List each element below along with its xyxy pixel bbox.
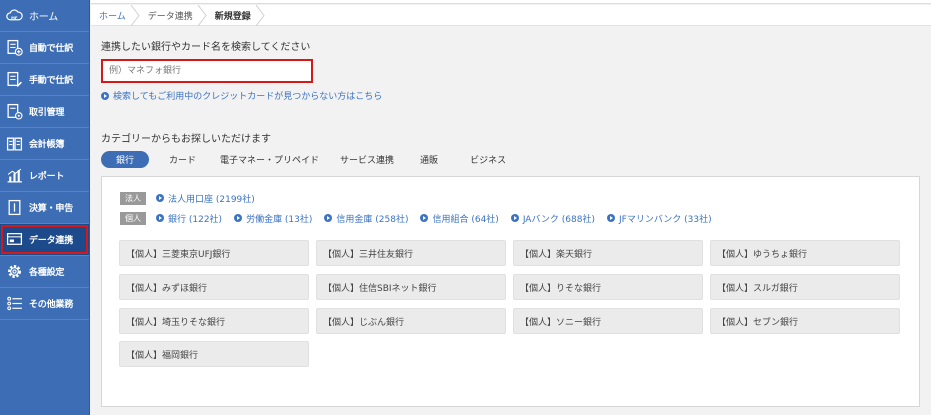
- breadcrumb-chevron-icon: [255, 4, 265, 26]
- bank-button[interactable]: 【個人】みずほ銀行: [119, 274, 309, 300]
- tab-card[interactable]: カード: [169, 151, 196, 168]
- bank-button[interactable]: 【個人】三井住友銀行: [316, 240, 506, 266]
- mf-cloud-logo-icon: MF: [6, 7, 23, 24]
- sidebar-item-label: レポート: [29, 172, 65, 182]
- category-tabs: 銀行 カード 電子マネー・プリペイド サービス連携 通販 ビジネス: [101, 151, 506, 168]
- tab-ecommerce[interactable]: 通販: [420, 151, 438, 168]
- data-link-icon: [6, 231, 23, 248]
- play-circle-icon: [324, 214, 333, 222]
- transaction-icon: [6, 103, 23, 120]
- settlement-icon: [6, 199, 23, 216]
- list-icon: [6, 295, 23, 312]
- bank-button[interactable]: 【個人】スルガ銀行: [710, 274, 900, 300]
- bank-button[interactable]: 【個人】三菱東京UFJ銀行: [119, 240, 309, 266]
- sidebar-item-settings[interactable]: 各種設定: [0, 256, 89, 288]
- personal-tag: 個人: [120, 211, 146, 225]
- gear-icon: [6, 263, 23, 280]
- bank-button[interactable]: 【個人】福岡銀行: [119, 341, 309, 367]
- play-circle-icon: [420, 214, 429, 222]
- sidebar-item-label: 会計帳簿: [29, 140, 65, 150]
- corporate-category-row: 法人 法人用口座 (2199社): [120, 191, 267, 205]
- bank-button[interactable]: 【個人】楽天銀行: [513, 240, 703, 266]
- bank-button[interactable]: 【個人】住信SBIネット銀行: [316, 274, 506, 300]
- personal-category-row: 個人 銀行 (122社) 労働金庫 (13社) 信用金庫 (258社) 信用組合…: [120, 211, 724, 225]
- link-ja-bank[interactable]: JAバンク (688社): [510, 212, 595, 225]
- report-chart-icon: [6, 167, 23, 184]
- breadcrumb-chevron-icon: [130, 4, 140, 26]
- bank-button[interactable]: 【個人】りそな銀行: [513, 274, 703, 300]
- breadcrumb-data-link[interactable]: データ連携: [140, 4, 207, 26]
- tab-bank[interactable]: 銀行: [101, 151, 149, 168]
- sidebar-item-settlement[interactable]: 決算・申告: [0, 192, 89, 224]
- sidebar-item-transaction[interactable]: 取引管理: [0, 96, 89, 128]
- sidebar: MF ホーム 自動で仕訳 手動で仕訳 取引管理 会計帳簿 レポート 決算・申告 …: [0, 0, 90, 415]
- bank-list-panel: 法人 法人用口座 (2199社) 個人 銀行 (122社) 労働金庫 (13社)…: [101, 176, 920, 407]
- sidebar-item-label: 各種設定: [29, 268, 65, 278]
- sidebar-item-report[interactable]: レポート: [0, 160, 89, 192]
- bank-button[interactable]: 【個人】ソニー銀行: [513, 308, 703, 334]
- sidebar-item-manual-journal[interactable]: 手動で仕訳: [0, 64, 89, 96]
- sidebar-item-label: ホーム: [29, 12, 59, 23]
- sidebar-item-data-link[interactable]: データ連携: [0, 224, 89, 256]
- breadcrumb-current: 新規登録: [207, 4, 265, 26]
- link-labor-bank[interactable]: 労働金庫 (13社): [234, 212, 312, 225]
- auto-journal-icon: [6, 39, 23, 56]
- link-personal-bank[interactable]: 銀行 (122社): [156, 212, 222, 225]
- sidebar-item-label: 決算・申告: [29, 204, 74, 214]
- sidebar-item-label: 手動で仕訳: [29, 76, 74, 86]
- tab-emoney-prepaid[interactable]: 電子マネー・プリペイド: [220, 151, 319, 168]
- play-circle-icon: [234, 214, 243, 222]
- bank-button[interactable]: 【個人】ゆうちょ銀行: [710, 240, 900, 266]
- manual-journal-icon: [6, 71, 23, 88]
- bank-button[interactable]: 【個人】セブン銀行: [710, 308, 900, 334]
- sidebar-item-label: その他業務: [29, 300, 74, 310]
- sidebar-item-label: 自動で仕訳: [29, 44, 74, 54]
- tab-service-link[interactable]: サービス連携: [340, 151, 394, 168]
- sidebar-item-other[interactable]: その他業務: [0, 288, 89, 320]
- bank-search-input[interactable]: [101, 59, 313, 83]
- play-circle-icon: [156, 214, 164, 222]
- link-jf-marine-bank[interactable]: JFマリンバンク (33社): [606, 212, 712, 225]
- play-circle-icon: [101, 91, 109, 100]
- breadcrumb-home[interactable]: ホーム: [91, 4, 140, 26]
- help-link-card-not-found[interactable]: 検索してもご利用中のクレジットカードが見つからない方はこちら: [101, 89, 382, 102]
- svg-text:MF: MF: [11, 15, 18, 20]
- play-circle-icon: [606, 214, 615, 222]
- tab-business[interactable]: ビジネス: [470, 151, 506, 168]
- sidebar-item-ledger[interactable]: 会計帳簿: [0, 128, 89, 160]
- main-content: ホーム データ連携 新規登録 連携したい銀行やカード名を検索してください 検索し…: [91, 0, 931, 415]
- sidebar-item-label: データ連携: [29, 236, 74, 246]
- top-bar: [91, 0, 931, 4]
- sidebar-item-home[interactable]: MF ホーム: [0, 0, 89, 32]
- link-shinkin-bank[interactable]: 信用金庫 (258社): [324, 212, 408, 225]
- link-corporate-account[interactable]: 法人用口座 (2199社): [156, 192, 255, 205]
- ledger-book-icon: [6, 135, 23, 152]
- breadcrumb: ホーム データ連携 新規登録: [91, 4, 931, 26]
- category-title: カテゴリーからもお探しいただけます: [101, 134, 271, 145]
- link-credit-union[interactable]: 信用組合 (64社): [420, 212, 499, 225]
- breadcrumb-chevron-icon: [197, 4, 207, 26]
- bank-button[interactable]: 【個人】じぶん銀行: [316, 308, 506, 334]
- bank-button[interactable]: 【個人】埼玉りそな銀行: [119, 308, 309, 334]
- search-title: 連携したい銀行やカード名を検索してください: [101, 42, 311, 53]
- corporate-tag: 法人: [120, 191, 146, 205]
- sidebar-item-label: 取引管理: [29, 108, 65, 118]
- play-circle-icon: [156, 194, 164, 202]
- sidebar-item-auto-journal[interactable]: 自動で仕訳: [0, 32, 89, 64]
- play-circle-icon: [510, 214, 519, 222]
